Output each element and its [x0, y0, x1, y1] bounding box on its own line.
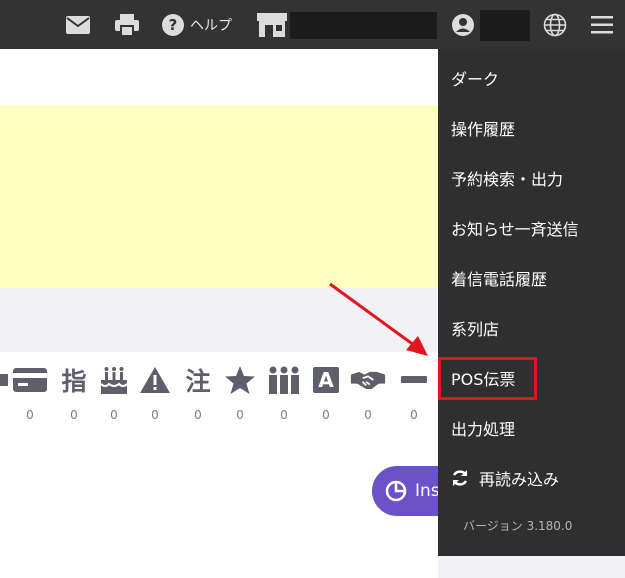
annotation-arrow [329, 282, 428, 356]
